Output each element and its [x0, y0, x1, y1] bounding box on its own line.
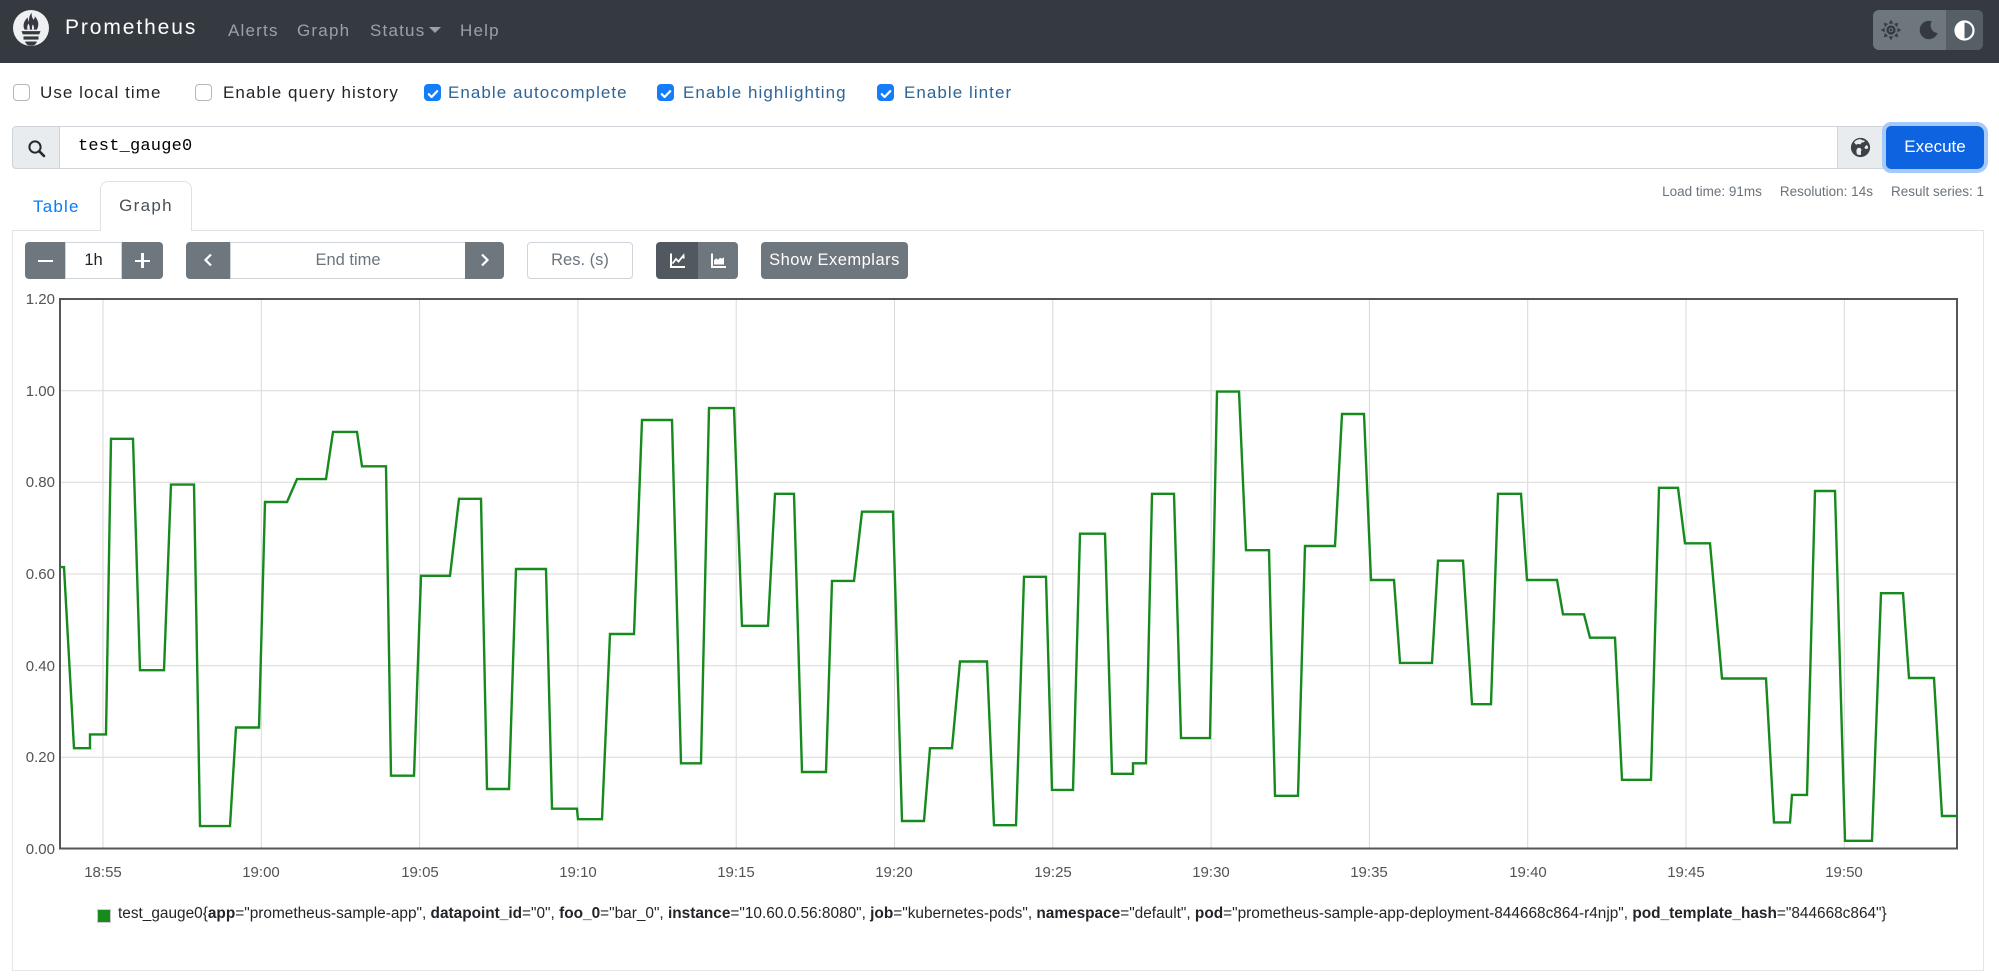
svg-text:19:50: 19:50	[1825, 864, 1863, 881]
svg-text:1.20: 1.20	[26, 291, 55, 308]
svg-text:19:15: 19:15	[717, 864, 755, 881]
svg-text:18:55: 18:55	[84, 864, 122, 881]
svg-text:0.20: 0.20	[26, 749, 55, 766]
svg-text:19:10: 19:10	[559, 864, 597, 881]
svg-text:19:25: 19:25	[1034, 864, 1072, 881]
svg-text:0.00: 0.00	[26, 841, 55, 858]
svg-text:0.60: 0.60	[26, 566, 55, 583]
svg-text:0.40: 0.40	[26, 658, 55, 675]
svg-text:19:30: 19:30	[1192, 864, 1230, 881]
svg-text:19:35: 19:35	[1350, 864, 1388, 881]
svg-text:19:05: 19:05	[401, 864, 439, 881]
svg-text:0.80: 0.80	[26, 474, 55, 491]
svg-text:19:40: 19:40	[1509, 864, 1547, 881]
svg-text:19:45: 19:45	[1667, 864, 1705, 881]
svg-text:19:00: 19:00	[242, 864, 280, 881]
svg-text:19:20: 19:20	[875, 864, 913, 881]
svg-text:1.00: 1.00	[26, 383, 55, 400]
